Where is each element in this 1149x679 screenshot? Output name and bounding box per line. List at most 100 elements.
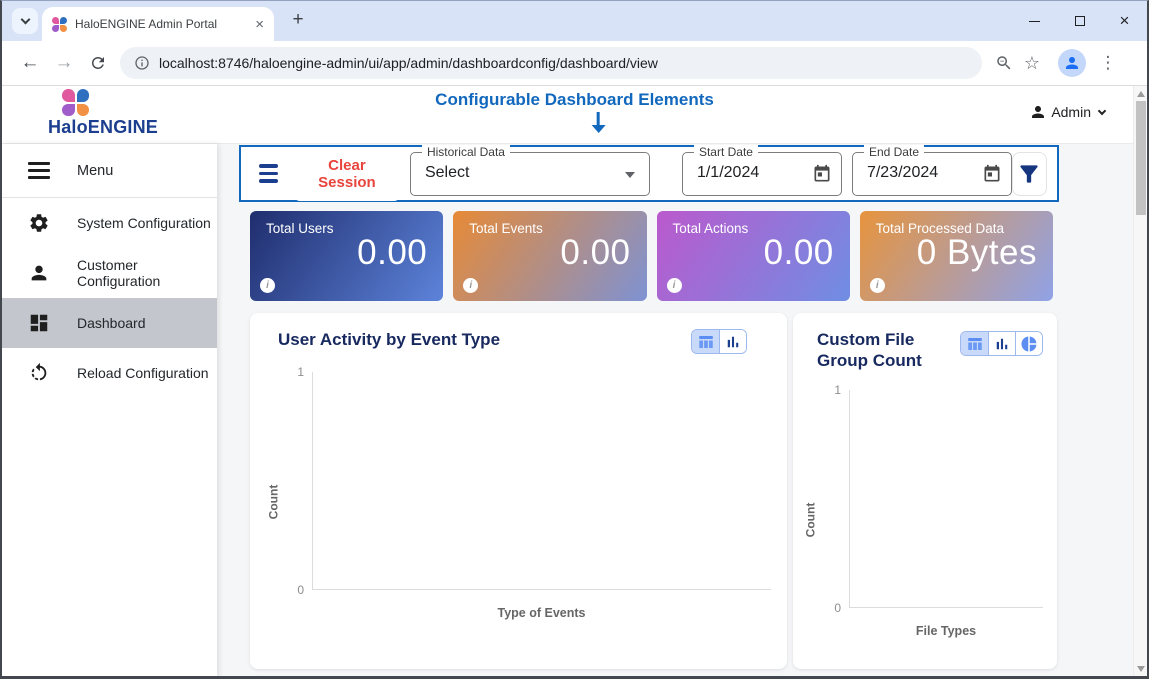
chart-title: Custom File Group Count — [817, 329, 937, 372]
new-tab-button[interactable]: + — [286, 9, 310, 31]
annotation-callout: Configurable Dashboard Elements — [435, 90, 714, 133]
back-button[interactable]: ← — [16, 49, 44, 77]
stat-card-value: 0.00 — [560, 233, 630, 273]
stat-card-value: 0 Bytes — [917, 233, 1037, 273]
person-icon — [28, 262, 50, 284]
info-icon[interactable]: i — [667, 278, 682, 293]
tab-title: HaloENGINE Admin Portal — [75, 17, 247, 31]
page-scrollbar[interactable] — [1133, 86, 1147, 677]
x-axis-label: Type of Events — [312, 606, 771, 620]
sidebar-item-customer-configuration[interactable]: Customer Configuration — [2, 248, 217, 298]
page-reload-button[interactable] — [84, 49, 112, 77]
chart-title: User Activity by Event Type — [278, 329, 500, 350]
scroll-down-icon[interactable] — [1137, 666, 1145, 672]
forward-button[interactable]: → — [50, 49, 78, 77]
info-icon[interactable]: i — [463, 278, 478, 293]
chart-plot-area — [312, 372, 771, 590]
address-bar[interactable]: localhost:8746/haloengine-admin/ui/app/a… — [120, 47, 982, 79]
haloengine-favicon — [52, 17, 67, 32]
chart-card-custom-file-group: Custom File Group Count — [793, 313, 1057, 669]
browser-menu-icon[interactable]: ⋮ — [1094, 49, 1122, 77]
minimize-icon — [1029, 21, 1040, 22]
start-date-value: 1/1/2024 — [697, 164, 759, 182]
annotation-text: Configurable Dashboard Elements — [435, 90, 714, 110]
window-maximize-button[interactable] — [1057, 1, 1102, 41]
stat-cards-row: Total Users 0.00 i Total Events 0.00 i T… — [250, 211, 1053, 301]
chart-card-user-activity: User Activity by Event Type — [250, 313, 787, 669]
info-icon[interactable]: i — [870, 278, 885, 293]
end-date-value: 7/23/2024 — [867, 164, 938, 182]
stat-card-value: 0.00 — [764, 233, 834, 273]
pie-chart-view-icon[interactable] — [1015, 332, 1042, 355]
site-info-icon[interactable] — [134, 55, 150, 71]
stat-card-total-events: Total Events 0.00 i — [453, 211, 646, 301]
historical-data-label: Historical Data — [422, 145, 510, 159]
filter-funnel-icon — [1016, 161, 1042, 187]
sidebar-item-menu[interactable]: Menu — [2, 144, 217, 197]
table-view-icon[interactable] — [692, 330, 719, 353]
dashboard-content: Clear Session Historical Data Select Sta… — [217, 144, 1147, 677]
sidebar-item-label: Dashboard — [77, 315, 146, 331]
stat-card-total-users: Total Users 0.00 i — [250, 211, 443, 301]
historical-data-value: Select — [425, 164, 469, 182]
scroll-up-icon[interactable] — [1137, 91, 1145, 97]
stat-card-total-processed-data: Total Processed Data 0 Bytes i — [860, 211, 1053, 301]
browser-tab[interactable]: HaloENGINE Admin Portal × — [42, 7, 274, 41]
historical-data-select[interactable]: Historical Data Select — [410, 152, 650, 196]
sidebar-item-reload-configuration[interactable]: Reload Configuration — [2, 348, 217, 398]
sidebar-item-label: Menu — [77, 163, 113, 179]
start-date-label: Start Date — [694, 145, 758, 159]
y-axis-tick: 0 — [823, 601, 841, 615]
dashboard-filter-toolbar: Clear Session Historical Data Select Sta… — [239, 145, 1059, 202]
clear-session-button[interactable]: Clear Session — [294, 147, 400, 201]
hamburger-icon — [28, 162, 50, 179]
browser-titlebar: HaloENGINE Admin Portal × + × — [2, 1, 1147, 41]
app-logo[interactable]: HaloENGINE — [48, 89, 158, 138]
tab-close-icon[interactable]: × — [255, 17, 264, 32]
browser-window: HaloENGINE Admin Portal × + × ← → localh… — [0, 0, 1149, 679]
dashboard-icon — [28, 312, 50, 334]
end-date-label: End Date — [864, 145, 924, 159]
chart-plot: 1 0 Count Type of Events — [250, 358, 787, 650]
sidebar-item-label: Reload Configuration — [77, 365, 209, 381]
start-date-input[interactable]: Start Date 1/1/2024 — [682, 152, 842, 196]
chart-plot: 1 0 Count File Types — [793, 376, 1057, 668]
sidebar-item-dashboard[interactable]: Dashboard — [2, 298, 217, 348]
dashboard-menu-toggle-button[interactable] — [251, 154, 286, 194]
bar-chart-view-icon[interactable] — [719, 330, 746, 353]
sidebar-item-label: System Configuration — [77, 215, 211, 231]
app-header: HaloENGINE Configurable Dashboard Elemen… — [2, 86, 1147, 144]
window-minimize-button[interactable] — [1012, 1, 1057, 41]
app-body: Menu System Configuration Customer Confi… — [2, 144, 1147, 677]
app-root: HaloENGINE Configurable Dashboard Elemen… — [2, 86, 1147, 677]
calendar-icon[interactable] — [812, 164, 832, 189]
dropdown-caret-icon — [625, 172, 635, 178]
url-text: localhost:8746/haloengine-admin/ui/app/a… — [159, 55, 658, 71]
gear-icon — [28, 212, 50, 234]
scrollbar-thumb[interactable] — [1136, 101, 1146, 215]
table-view-icon[interactable] — [961, 332, 988, 355]
user-menu[interactable]: Admin — [1029, 103, 1105, 121]
haloengine-logo-icon — [62, 89, 89, 116]
calendar-icon[interactable] — [982, 164, 1002, 189]
tab-search-button[interactable] — [12, 8, 38, 34]
browser-toolbar: ← → localhost:8746/haloengine-admin/ui/a… — [2, 41, 1147, 86]
x-axis-label: File Types — [849, 624, 1043, 638]
user-label: Admin — [1051, 104, 1091, 120]
profile-avatar[interactable] — [1058, 49, 1086, 77]
apply-filter-button[interactable] — [1012, 152, 1047, 196]
charts-row: User Activity by Event Type — [250, 313, 1057, 669]
reload-icon — [28, 362, 50, 384]
sidebar-item-system-configuration[interactable]: System Configuration — [2, 198, 217, 248]
window-close-button[interactable]: × — [1102, 1, 1147, 41]
maximize-icon — [1075, 16, 1085, 26]
stat-card-value: 0.00 — [357, 233, 427, 273]
end-date-input[interactable]: End Date 7/23/2024 — [852, 152, 1012, 196]
bar-chart-view-icon[interactable] — [988, 332, 1015, 355]
chevron-down-icon — [20, 15, 30, 25]
info-icon[interactable]: i — [260, 278, 275, 293]
bookmark-star-icon[interactable]: ☆ — [1018, 49, 1046, 77]
chart-view-toggle-group — [960, 331, 1043, 356]
zoom-indicator-icon[interactable] — [990, 49, 1018, 77]
y-axis-label: Count — [803, 502, 817, 537]
